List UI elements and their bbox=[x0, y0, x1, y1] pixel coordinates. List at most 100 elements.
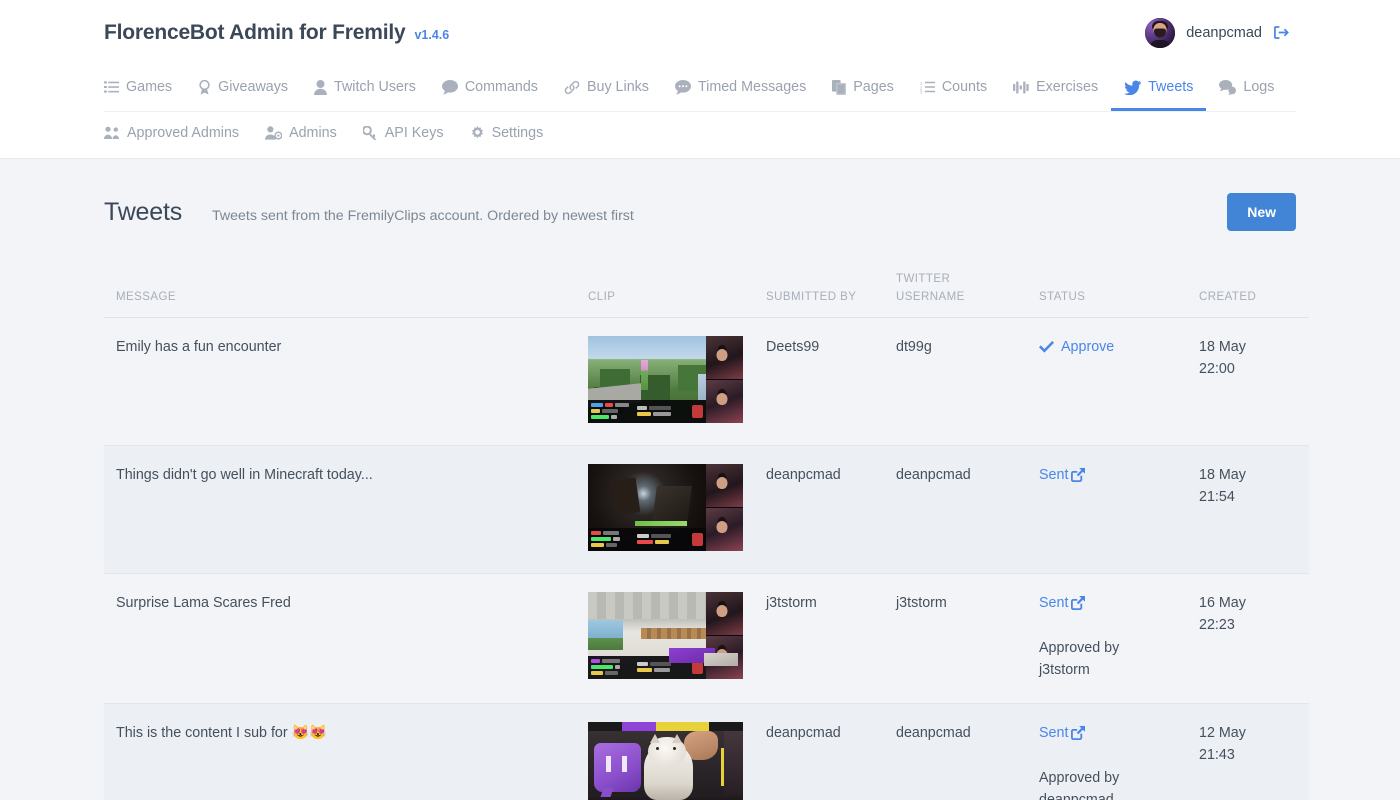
tweets-table: MESSAGE CLIP SUBMITTED BY TWITTER USERNA… bbox=[104, 271, 1309, 800]
table-header: MESSAGE CLIP SUBMITTED BY TWITTER USERNA… bbox=[104, 271, 1309, 318]
nav-item-api-keys[interactable]: API Keys bbox=[350, 112, 457, 158]
cell-submitted-by: Deets99 bbox=[766, 317, 896, 446]
nav-item-commands[interactable]: Commands bbox=[429, 65, 551, 111]
created-date: 18 May bbox=[1199, 338, 1246, 355]
table-header-row: MESSAGE CLIP SUBMITTED BY TWITTER USERNA… bbox=[104, 271, 1309, 318]
status-label: Sent bbox=[1039, 725, 1069, 742]
created-time: 21:43 bbox=[1199, 747, 1235, 764]
nav-label: Counts bbox=[941, 79, 988, 95]
status-label: Sent bbox=[1039, 466, 1069, 483]
cell-status: Sent bbox=[1039, 445, 1199, 574]
status-label: Approve bbox=[1061, 338, 1115, 355]
nav-item-timed-messages[interactable]: Timed Messages bbox=[662, 65, 819, 111]
clip-thumbnail[interactable] bbox=[588, 591, 743, 679]
ordered-list-icon: 123 bbox=[920, 81, 935, 94]
award-icon bbox=[199, 79, 210, 95]
sent-link[interactable]: Sent bbox=[1039, 722, 1086, 744]
approve-link[interactable]: Approve bbox=[1039, 336, 1114, 358]
external-link-icon bbox=[1071, 726, 1086, 741]
sent-link[interactable]: Sent bbox=[1039, 464, 1086, 486]
cell-twitter-username: dt99g bbox=[896, 317, 1039, 446]
nav-item-exercises[interactable]: Exercises bbox=[1000, 65, 1111, 111]
column-header-twitter-username: TWITTER USERNAME bbox=[896, 271, 1039, 318]
table-body: Emily has a fun encounter Deets99 dt99g … bbox=[104, 317, 1309, 800]
nav-label: Tweets bbox=[1148, 79, 1194, 95]
cell-created: 16 May 22:23 bbox=[1199, 573, 1309, 705]
copy-icon bbox=[832, 79, 847, 95]
nav-label: Approved Admins bbox=[127, 125, 240, 141]
page-title: Tweets bbox=[104, 197, 182, 226]
created-date: 16 May bbox=[1199, 594, 1246, 611]
cell-status: Approve bbox=[1039, 317, 1199, 446]
nav-label: Twitch Users bbox=[334, 79, 416, 95]
avatar bbox=[1145, 17, 1176, 48]
nav-item-admins[interactable]: Admins bbox=[252, 112, 350, 158]
cell-submitted-by: deanpcmad bbox=[766, 445, 896, 574]
nav-label: Games bbox=[126, 79, 173, 95]
user-menu[interactable]: deanpcmad bbox=[1145, 17, 1290, 48]
sent-link[interactable]: Sent bbox=[1039, 592, 1086, 614]
nav-label: Admins bbox=[289, 125, 337, 141]
nav-item-twitch-users[interactable]: Twitch Users bbox=[301, 65, 429, 111]
page-header: Tweets Tweets sent from the FremilyClips… bbox=[104, 159, 1296, 237]
cell-twitter-username: deanpcmad bbox=[896, 445, 1039, 574]
new-button[interactable]: New bbox=[1227, 193, 1296, 231]
clip-thumbnail[interactable] bbox=[588, 722, 743, 800]
nav-item-settings[interactable]: Settings bbox=[457, 112, 557, 158]
nav-item-approved-admins[interactable]: Approved Admins bbox=[104, 112, 252, 158]
link-icon bbox=[564, 80, 580, 94]
cell-clip bbox=[588, 573, 766, 705]
column-header-message: MESSAGE bbox=[104, 271, 588, 318]
table-row: This is the content I sub for 😻😻 deanpcm… bbox=[104, 703, 1309, 800]
cell-clip bbox=[588, 703, 766, 800]
twitter-username-line2: USERNAME bbox=[896, 290, 965, 303]
nav-item-tweets[interactable]: Tweets bbox=[1111, 65, 1207, 111]
cell-clip bbox=[588, 445, 766, 574]
cell-message: Things didn't go well in Minecraft today… bbox=[104, 445, 588, 574]
nav-item-buy-links[interactable]: Buy Links bbox=[551, 65, 662, 111]
table-row: Surprise Lama Scares Fred j3tstorm j3tst… bbox=[104, 573, 1309, 705]
chart-bars-icon bbox=[1013, 81, 1029, 93]
nav-label: Giveaways bbox=[218, 79, 289, 95]
status-label: Sent bbox=[1039, 594, 1069, 611]
clip-thumbnail[interactable] bbox=[588, 463, 743, 551]
sign-out-icon[interactable] bbox=[1273, 24, 1290, 41]
external-link-icon bbox=[1071, 467, 1086, 482]
cell-created: 12 May 21:43 bbox=[1199, 703, 1309, 800]
clip-thumbnail[interactable] bbox=[588, 335, 743, 423]
user-icon bbox=[314, 79, 328, 95]
nav-item-counts[interactable]: 123 Counts bbox=[907, 65, 1000, 111]
created-time: 21:54 bbox=[1199, 488, 1235, 505]
cell-submitted-by: j3tstorm bbox=[766, 573, 896, 705]
gear-icon bbox=[471, 125, 483, 138]
cell-status: Sent Approved by j3tstorm bbox=[1039, 573, 1199, 705]
key-icon bbox=[362, 126, 377, 140]
user-cog-icon bbox=[265, 126, 283, 140]
created-time: 22:23 bbox=[1199, 616, 1235, 633]
cell-twitter-username: j3tstorm bbox=[896, 573, 1039, 705]
page-subtitle: Tweets sent from the FremilyClips accoun… bbox=[212, 207, 634, 224]
twitter-username-line1: TWITTER bbox=[896, 273, 951, 285]
app-header: FlorenceBot Admin for Fremily v1.4.6 dea… bbox=[0, 0, 1400, 65]
nav-item-giveaways[interactable]: Giveaways bbox=[185, 65, 301, 111]
approved-by-label: Approved by deanpcmad bbox=[1039, 770, 1120, 800]
nav-label: Timed Messages bbox=[697, 79, 807, 95]
username-label: deanpcmad bbox=[1186, 24, 1262, 41]
nav-label: Logs bbox=[1243, 79, 1275, 95]
nav-label: Pages bbox=[853, 79, 894, 95]
cell-created: 18 May 22:00 bbox=[1199, 317, 1309, 446]
external-link-icon bbox=[1071, 595, 1086, 610]
nav-item-pages[interactable]: Pages bbox=[819, 65, 907, 111]
comment-dots-icon bbox=[674, 79, 691, 95]
cell-clip bbox=[588, 317, 766, 446]
users-icon bbox=[104, 126, 119, 139]
created-date: 18 May bbox=[1199, 466, 1246, 483]
cell-submitted-by: deanpcmad bbox=[766, 703, 896, 800]
primary-nav: Games Giveaways Twitch Users Commands Bu… bbox=[104, 65, 1296, 111]
approved-by-label: Approved by j3tstorm bbox=[1039, 639, 1120, 678]
twitter-icon bbox=[1124, 80, 1142, 95]
nav-item-logs[interactable]: Logs bbox=[1206, 65, 1287, 111]
page-body: Tweets Tweets sent from the FremilyClips… bbox=[0, 159, 1400, 800]
cell-message: Emily has a fun encounter bbox=[104, 317, 588, 446]
nav-item-games[interactable]: Games bbox=[104, 65, 185, 111]
